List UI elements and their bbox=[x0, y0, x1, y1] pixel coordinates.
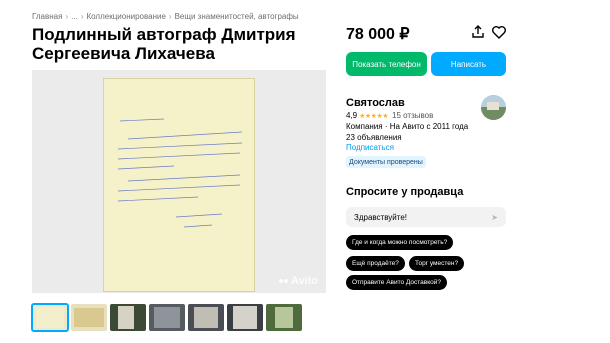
breadcrumb-ellipsis[interactable]: ... bbox=[71, 12, 78, 21]
rating-value: 4,9 bbox=[346, 111, 358, 120]
watermark-text: Avito bbox=[290, 275, 318, 287]
subscribe-link[interactable]: Подписаться bbox=[346, 143, 394, 152]
breadcrumb-separator: › bbox=[168, 12, 172, 21]
thumbnail-2[interactable] bbox=[71, 304, 107, 331]
thumbnail-1[interactable] bbox=[31, 303, 69, 332]
thumbnail-6[interactable] bbox=[227, 304, 263, 331]
reviews-link[interactable]: 15 отзывов bbox=[392, 111, 433, 120]
breadcrumb-separator: › bbox=[80, 12, 84, 21]
thumbnail-3[interactable] bbox=[110, 304, 146, 331]
question-chip-avito-delivery[interactable]: Отправите Авито Доставкой? bbox=[346, 275, 448, 290]
documents-verified-badge: Документы проверены bbox=[346, 156, 426, 168]
breadcrumb: Главная › ... › Коллекционирование › Вещ… bbox=[32, 12, 299, 21]
send-icon[interactable]: ➤ bbox=[491, 213, 498, 222]
thumbnail-4[interactable] bbox=[149, 304, 185, 331]
breadcrumb-separator: › bbox=[65, 12, 69, 21]
breadcrumb-home[interactable]: Главная bbox=[32, 12, 62, 21]
seller-avatar[interactable] bbox=[481, 95, 506, 120]
seller-ads-count[interactable]: 23 объявления bbox=[346, 133, 402, 142]
question-chip-where-when[interactable]: Где и когда можно посмотреть? bbox=[346, 235, 454, 250]
thumbnail-5[interactable] bbox=[188, 304, 224, 331]
rating-stars-icon: ★★★★★ bbox=[359, 112, 389, 120]
listing-title: Подлинный автограф Дмитрия Сергеевича Ли… bbox=[32, 25, 296, 63]
thumbnail-strip bbox=[31, 303, 302, 332]
question-chip-bargain[interactable]: Торг уместен? bbox=[409, 256, 465, 271]
question-chip-still-selling[interactable]: Ещё продаёте? bbox=[346, 256, 405, 271]
avito-logo-icon bbox=[278, 279, 288, 283]
breadcrumb-celebrity-items[interactable]: Вещи знаменитостей, автографы bbox=[175, 12, 299, 21]
seller-name[interactable]: Святослав bbox=[346, 97, 405, 109]
main-photo[interactable]: Avito bbox=[32, 70, 326, 293]
listing-price: 78 000 ₽ bbox=[346, 26, 410, 43]
ask-seller-heading: Спросите у продавца bbox=[346, 186, 464, 198]
seller-company-since: Компания · На Авито с 2011 года bbox=[346, 122, 469, 131]
favorite-heart-icon[interactable] bbox=[491, 24, 507, 40]
seller-rating: 4,9 ★★★★★ 15 отзывов bbox=[346, 111, 433, 120]
avito-watermark: Avito bbox=[278, 275, 318, 287]
write-message-button[interactable]: Написать bbox=[431, 52, 506, 76]
ask-seller-input[interactable]: Здравствуйте! ➤ bbox=[346, 207, 506, 227]
avatar-image bbox=[481, 95, 506, 120]
thumbnail-7[interactable] bbox=[266, 304, 302, 331]
breadcrumb-collecting[interactable]: Коллекционирование bbox=[86, 12, 165, 21]
show-phone-button[interactable]: Показать телефон bbox=[346, 52, 427, 76]
autograph-letter-image bbox=[103, 78, 255, 292]
handwriting-image bbox=[117, 118, 243, 228]
share-icon[interactable] bbox=[470, 24, 486, 40]
ask-input-value: Здравствуйте! bbox=[354, 212, 408, 222]
